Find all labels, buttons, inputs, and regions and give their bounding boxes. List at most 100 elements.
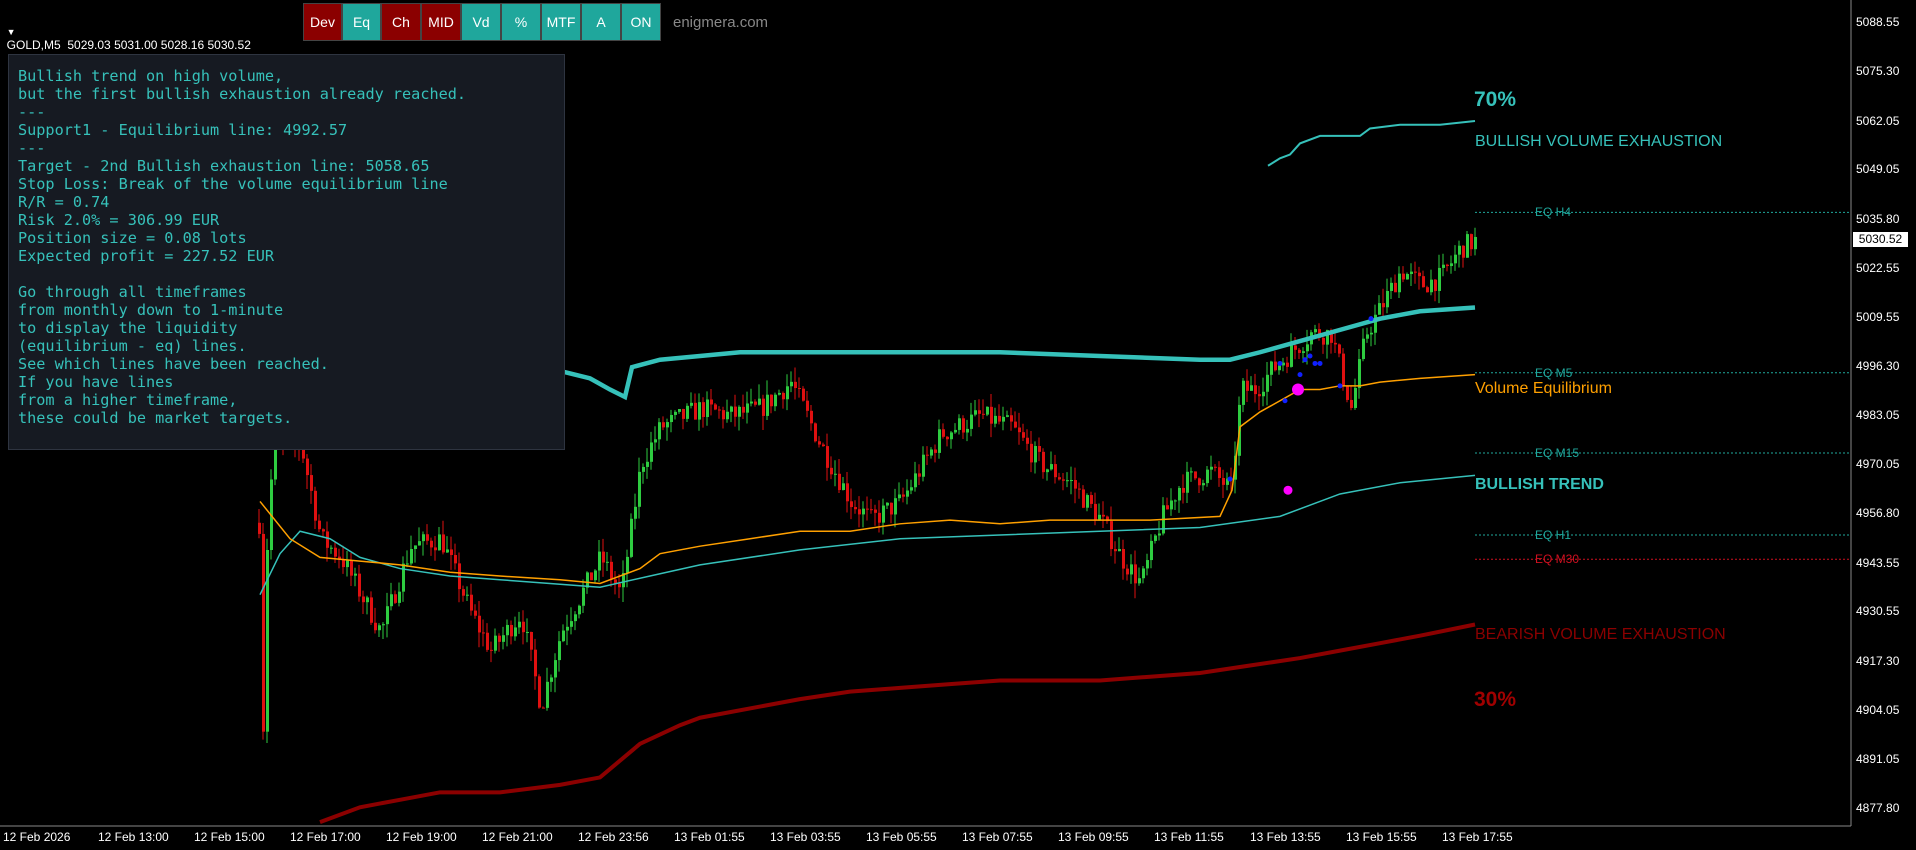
mtf-button[interactable]: MTF <box>541 3 581 41</box>
mid-button[interactable]: MID <box>421 3 461 41</box>
candle-body <box>426 534 429 541</box>
candle-body <box>754 401 757 405</box>
candle-body <box>1010 415 1013 422</box>
vd-button[interactable]: Vd <box>461 3 501 41</box>
candle-body <box>1038 446 1041 452</box>
candle-body <box>1370 332 1373 335</box>
candle-body <box>350 560 353 576</box>
candle-body <box>938 429 941 453</box>
candle-body <box>934 449 937 453</box>
price-tick-label: 4956.80 <box>1856 506 1900 521</box>
candle-body <box>1026 437 1029 444</box>
candle-body <box>958 418 961 430</box>
candle-body <box>970 414 973 429</box>
candle-body <box>710 399 713 405</box>
candle-body <box>1382 303 1385 308</box>
candle-body <box>342 559 345 568</box>
blue-signal-dot <box>1337 383 1343 389</box>
candle-body <box>978 410 981 414</box>
candle-body <box>966 428 969 433</box>
candle-body <box>1194 471 1197 479</box>
candle-body <box>898 494 901 499</box>
candle-body <box>454 555 457 564</box>
chart-menu-triangle-icon[interactable]: ▼ <box>7 27 16 37</box>
candle-body <box>538 676 541 708</box>
candle-body <box>878 512 881 523</box>
candle-body <box>386 606 389 625</box>
volume-equilibrium-label: Volume Equilibrium <box>1475 380 1612 397</box>
candle-body <box>702 402 705 418</box>
candle-body <box>506 624 509 636</box>
analysis-info-panel: Bullish trend on high volume, but the fi… <box>8 54 565 450</box>
candle-body <box>590 572 593 581</box>
candle-body <box>678 409 681 412</box>
candle-body <box>778 392 781 395</box>
candle-body <box>1450 263 1453 267</box>
on-button[interactable]: ON <box>621 3 661 41</box>
candle-body <box>998 415 1001 422</box>
bullish-trend-label: BULLISH TREND <box>1475 476 1604 493</box>
candle-body <box>422 534 425 542</box>
candle-body <box>914 473 917 488</box>
candle-body <box>950 432 953 440</box>
candle-body <box>1406 274 1409 280</box>
candle-body <box>758 398 761 405</box>
candle-body <box>606 561 609 563</box>
blue-signal-dot <box>1227 476 1233 482</box>
current-price-label: 5030.52 <box>1853 232 1908 247</box>
candle-body <box>550 677 553 682</box>
dev-button[interactable]: Dev <box>303 3 342 41</box>
price-axis[interactable]: 5088.55 5075.30 5062.05 5049.05 5035.80 5022.… <box>1851 0 1916 835</box>
candle-body <box>1446 264 1449 267</box>
candle-body <box>706 399 709 418</box>
candle-body <box>394 594 397 603</box>
candle-body <box>994 415 997 424</box>
candle-body <box>1414 271 1417 273</box>
candle-body <box>1050 464 1053 470</box>
eq-line-label: EQ H1 <box>1535 527 1572 542</box>
candle-body <box>406 563 409 565</box>
eq-button[interactable]: Eq <box>342 3 381 41</box>
candle-body <box>1350 399 1353 408</box>
percent-button[interactable]: % <box>501 3 541 41</box>
time-tick-label: 12 Feb 21:00 <box>482 830 553 844</box>
candle-body <box>1078 488 1081 490</box>
candle-body <box>1082 489 1085 508</box>
candle-body <box>1166 505 1169 510</box>
price-tick-label: 4877.80 <box>1856 801 1900 815</box>
candle-body <box>854 507 857 510</box>
eq-line-label: EQ H4 <box>1535 205 1572 220</box>
candle-body <box>630 518 633 557</box>
a-button[interactable]: A <box>581 3 621 41</box>
candle-body <box>1394 282 1397 293</box>
candle-body <box>874 509 877 513</box>
candle-body <box>522 621 525 633</box>
candle-body <box>1346 385 1349 400</box>
candle-body <box>1118 548 1121 552</box>
candle-body <box>990 406 993 424</box>
candle-body <box>902 494 905 497</box>
candle-body <box>1302 351 1305 353</box>
candle-body <box>1134 564 1137 584</box>
candle-body <box>974 410 977 415</box>
candle-body <box>346 560 349 568</box>
candle-body <box>570 621 573 627</box>
candle-body <box>846 483 849 502</box>
candle-body <box>498 635 501 642</box>
price-tick-label: 4891.05 <box>1856 751 1900 766</box>
candle-body <box>1242 380 1245 405</box>
candle-body <box>1454 254 1457 264</box>
candle-body <box>794 381 797 389</box>
candle-body <box>858 509 861 515</box>
ch-button[interactable]: Ch <box>381 3 421 41</box>
price-tick-label: 5062.05 <box>1856 113 1900 128</box>
price-tick-label: 5049.05 <box>1856 162 1900 177</box>
candle-body <box>542 707 545 709</box>
candle-body <box>482 632 485 634</box>
candle-body <box>582 587 585 606</box>
candle-body <box>450 549 453 556</box>
candle-body <box>1042 451 1045 473</box>
time-tick-label: 12 Feb 23:56 <box>578 830 649 844</box>
candle-body <box>1270 361 1273 375</box>
candle-body <box>1210 466 1213 470</box>
